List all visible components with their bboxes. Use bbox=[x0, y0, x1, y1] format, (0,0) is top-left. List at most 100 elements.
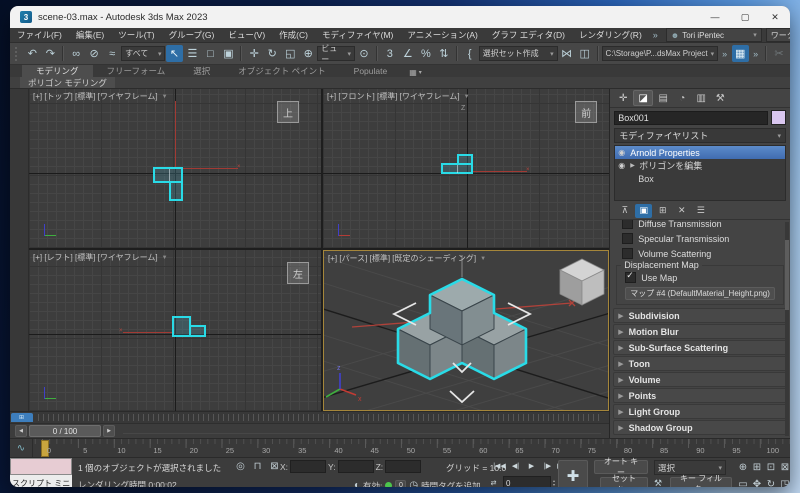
select-and-rotate-icon[interactable]: ↻ bbox=[264, 45, 281, 62]
maxscript-mini-listener[interactable]: スクリプト ミニ リス bbox=[10, 458, 72, 487]
use-map-checkbox[interactable] bbox=[625, 270, 637, 283]
user-account-dropdown[interactable]: ☻ Tori iPentec ▾ bbox=[665, 28, 762, 42]
pan-icon[interactable]: ✥ bbox=[750, 476, 764, 487]
object-name-field[interactable]: Box001 bbox=[614, 110, 768, 125]
box-object-left-view[interactable] bbox=[189, 325, 206, 337]
minimize-icon[interactable]: — bbox=[700, 6, 730, 28]
menu-item[interactable]: モディファイヤ(M) bbox=[315, 29, 400, 41]
previous-frame-arrow[interactable]: ◀ bbox=[15, 425, 27, 438]
viewport-label[interactable]: [+] [トップ] [標準] [ワイヤフレーム] ▼ bbox=[33, 91, 168, 102]
create-tab-icon[interactable]: ✛ bbox=[614, 91, 632, 105]
menu-item[interactable]: グループ(G) bbox=[162, 29, 222, 41]
percent-snap-icon[interactable]: % bbox=[417, 45, 434, 62]
viewport-filter-icon[interactable]: ▼ bbox=[162, 255, 168, 261]
checkbox-row[interactable]: Specular Transmission bbox=[610, 231, 790, 246]
modifier-stack-row[interactable]: Box bbox=[615, 172, 785, 185]
menu-item[interactable]: ビュー(V) bbox=[221, 29, 272, 41]
named-selection-sets-dropdown[interactable]: 選択セット作成 ▾ bbox=[478, 46, 558, 61]
key-filters-button[interactable]: キー フィルタ... bbox=[670, 474, 732, 487]
checkbox[interactable] bbox=[622, 233, 634, 244]
box-object-front-view[interactable] bbox=[457, 154, 473, 165]
ribbon-overflow-dropdown[interactable]: ▦ ▾ bbox=[409, 68, 422, 77]
box-object-top-view[interactable] bbox=[169, 181, 183, 201]
listener-field[interactable]: スクリプト ミニ リス bbox=[10, 475, 72, 487]
utilities-tab-icon[interactable]: ⚒ bbox=[711, 91, 729, 105]
rollout-header[interactable]: ▶ Subdivision bbox=[613, 308, 787, 323]
select-and-link-icon[interactable]: ∞ bbox=[68, 45, 85, 62]
zoom-all-icon[interactable]: ⊞ bbox=[750, 459, 764, 476]
rollout-header[interactable]: ▶ Points bbox=[613, 388, 787, 403]
bind-to-spacewarp-icon[interactable]: ≈ bbox=[104, 45, 121, 62]
y-coordinate-field[interactable] bbox=[337, 460, 374, 473]
mirror-icon[interactable]: ⋈ bbox=[558, 45, 575, 62]
isolate-selection-icon[interactable]: ◎ bbox=[234, 460, 247, 473]
viewport-left[interactable]: [+] [レフト] [標準] [ワイヤフレーム] ▼ × 左 bbox=[29, 250, 321, 412]
ribbon-tab[interactable]: 選択 bbox=[179, 65, 224, 77]
auto-key-button[interactable]: オート キー bbox=[594, 457, 648, 477]
displacement-map-button[interactable]: マップ #4 (DefaultMaterial_Height.png) bbox=[625, 287, 776, 300]
current-frame-field[interactable]: 0 bbox=[503, 476, 551, 487]
display-tab-icon[interactable]: ▥ bbox=[692, 91, 710, 105]
time-slider-ticks[interactable]: ⊞ bbox=[10, 411, 610, 424]
select-and-scale-icon[interactable]: ◱ bbox=[282, 45, 299, 62]
add-time-tag[interactable]: 時間タグを追加 bbox=[421, 480, 481, 488]
rollout-header[interactable]: ▶ Toon bbox=[613, 356, 787, 371]
zoom-region-icon[interactable]: ▭ bbox=[736, 476, 750, 487]
modify-tab-icon[interactable]: ◪ bbox=[633, 90, 654, 106]
zoom-extents-icon[interactable]: ⊡ bbox=[764, 459, 778, 476]
remove-modifier-icon[interactable]: ✕ bbox=[673, 204, 690, 218]
spinner-snap-icon[interactable]: ⇅ bbox=[435, 45, 452, 62]
viewcube[interactable]: 前 bbox=[575, 101, 598, 123]
time-slider-handle[interactable]: 0 / 100 bbox=[29, 425, 101, 438]
use-map-row[interactable]: Use Map bbox=[621, 270, 779, 286]
viewcube[interactable]: 上 bbox=[277, 101, 299, 123]
x-coordinate-field[interactable] bbox=[290, 460, 327, 473]
degradation-icon[interactable]: ◐ bbox=[354, 479, 360, 487]
select-and-move-icon[interactable]: ✛ bbox=[246, 45, 263, 62]
viewport-filter-icon[interactable]: ▼ bbox=[480, 256, 486, 262]
ribbon-tab[interactable]: オブジェクト ペイント bbox=[224, 65, 339, 77]
rollout-header[interactable]: ▶ Shadow Group bbox=[613, 420, 787, 435]
checkbox[interactable] bbox=[622, 220, 634, 229]
project-folder-dropdown[interactable]: C:\Storage\P...dsMax Project ▾ bbox=[601, 46, 719, 61]
next-frame-icon[interactable]: |▶ bbox=[540, 459, 555, 473]
angle-snap-icon[interactable]: ∠ bbox=[399, 45, 416, 62]
expand-arrow-icon[interactable]: ▶ bbox=[630, 162, 636, 169]
toolbar-grip[interactable] bbox=[15, 46, 20, 61]
redo-icon[interactable]: ↷ bbox=[42, 45, 59, 62]
viewport-filter-icon[interactable]: ▼ bbox=[162, 94, 168, 100]
next-frame-arrow[interactable]: ▶ bbox=[103, 425, 115, 438]
workspace-dropdown[interactable]: ワークスペース: 既定値 ▾ bbox=[765, 28, 790, 42]
ribbon-tab[interactable]: フリーフォーム bbox=[93, 65, 180, 77]
motion-tab-icon[interactable]: ◔ bbox=[673, 91, 691, 105]
viewport-perspective[interactable]: [+] [パース] [標準] [既定のシェーディング] ▼ x z bbox=[323, 250, 610, 412]
undo-icon[interactable]: ↶ bbox=[24, 45, 41, 62]
time-slider[interactable]: ◀ 0 / 100 ▶ bbox=[10, 423, 610, 438]
polygon-modeling-tab[interactable]: ポリゴン モデリング bbox=[20, 77, 115, 88]
previous-frame-icon[interactable]: ◀| bbox=[508, 459, 523, 473]
show-end-result-icon[interactable]: ▣ bbox=[635, 203, 653, 218]
menu-item[interactable]: アニメーション(A) bbox=[400, 29, 485, 41]
selection-filter-dropdown[interactable]: すべて ▾ bbox=[121, 46, 166, 61]
checkbox-row[interactable]: Volume Scattering bbox=[610, 246, 790, 261]
pin-stack-icon[interactable]: ⊼ bbox=[616, 204, 633, 218]
reference-coordinate-dropdown[interactable]: ビュー ▾ bbox=[317, 44, 355, 64]
menu-item[interactable]: ツール(T) bbox=[111, 29, 161, 41]
ribbon-tab[interactable]: モデリング bbox=[22, 65, 93, 77]
modifier-stack-row[interactable]: ◉ Arnold Properties bbox=[615, 146, 785, 159]
go-to-start-icon[interactable]: |◀◀ bbox=[492, 459, 507, 473]
menu-overflow-icon[interactable]: » bbox=[649, 30, 662, 40]
viewport-top[interactable]: [+] [トップ] [標準] [ワイヤフレーム] ▼ × 上 bbox=[29, 89, 321, 248]
checkbox[interactable] bbox=[622, 248, 634, 259]
viewport-filter-icon[interactable]: ▼ bbox=[464, 94, 470, 100]
viewport-layout-tab[interactable]: ⊞ bbox=[11, 413, 33, 423]
viewport-front[interactable]: [+] [フロント] [標準] [ワイヤフレーム] ▼ Z × 前 bbox=[323, 89, 610, 248]
ribbon-tab[interactable]: Populate bbox=[340, 65, 402, 77]
rollout-header[interactable]: ▶ Volume bbox=[613, 372, 787, 387]
z-coordinate-field[interactable] bbox=[385, 460, 422, 473]
frame-spinner[interactable]: ▴ ▾ bbox=[553, 479, 555, 487]
hierarchy-tab-icon[interactable]: ▤ bbox=[654, 91, 672, 105]
select-by-name-icon[interactable]: ☰ bbox=[184, 45, 201, 62]
modifier-list-dropdown[interactable]: モディファイヤリスト ▾ bbox=[614, 128, 786, 143]
set-keys-button[interactable]: ✚ bbox=[558, 460, 588, 487]
